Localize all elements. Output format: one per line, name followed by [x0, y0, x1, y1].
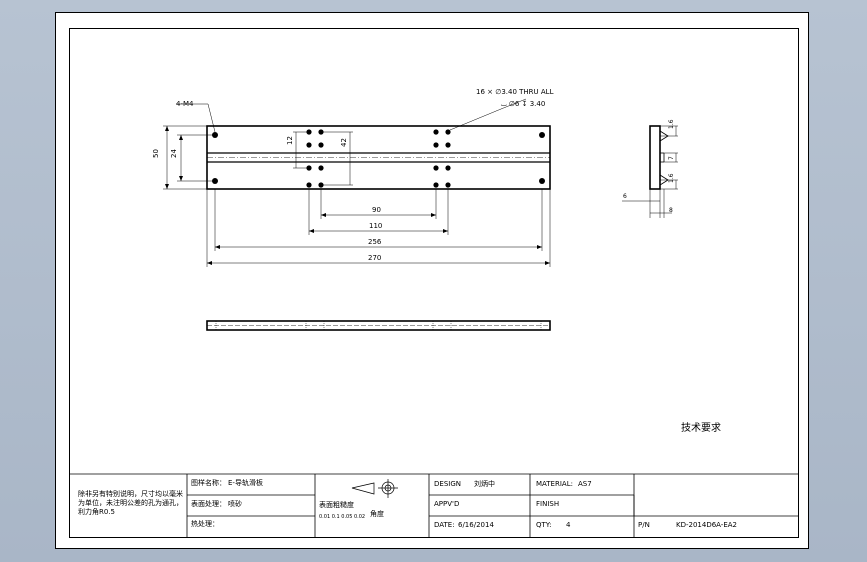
through-hole	[445, 129, 451, 135]
side-dim-mid: 7	[668, 156, 675, 160]
material-value: AS7	[578, 480, 592, 488]
design-label: DESIGN	[434, 480, 461, 488]
side-dim-top: 1.6	[668, 119, 675, 129]
callout-counterbore: ⌴ ∅6 ↧ 3.40	[501, 100, 545, 108]
surface-label: 表面处理：	[191, 500, 226, 508]
drawing-sheet: 50 24 12 42 90 110 256 270 4-M4 16 × ∅3.…	[55, 12, 809, 549]
heat-treatment-label: 热处理：	[191, 520, 219, 528]
through-hole	[433, 182, 439, 188]
roughness-label: 表面粗糙度	[319, 501, 354, 509]
plate-side-view	[649, 125, 661, 190]
callout-through-holes: 16 × ∅3.40 THRU ALL	[476, 88, 554, 96]
pn-value: KD-2014D6A-EA2	[676, 521, 737, 529]
designer-name: 刘炳中	[474, 480, 495, 488]
dim-text-110: 110	[369, 222, 382, 230]
qty-value: 4	[566, 521, 571, 529]
side-dim-right: 8	[669, 207, 673, 214]
through-hole	[445, 182, 451, 188]
through-hole	[433, 165, 439, 171]
dim-text-90: 90	[372, 206, 381, 214]
dim-text-270: 270	[368, 254, 381, 262]
through-hole	[318, 165, 324, 171]
surface-value: 喷砂	[228, 500, 242, 508]
technical-requirements: 技术要求	[681, 423, 721, 434]
date-label: DATE:	[434, 521, 455, 529]
tapped-hole	[539, 178, 545, 184]
side-dim-bottom: 1.6	[668, 173, 675, 183]
approved-label: APPV'D	[434, 500, 460, 508]
holes	[212, 129, 545, 188]
through-hole	[306, 182, 312, 188]
through-hole	[445, 142, 451, 148]
through-hole	[306, 142, 312, 148]
through-hole	[433, 129, 439, 135]
dim-text-12: 12	[286, 136, 294, 145]
part-name-label: 图样名称：	[191, 479, 226, 487]
dim-text-24: 24	[170, 149, 178, 158]
projection-symbol	[351, 479, 398, 498]
dim-text-42: 42	[340, 138, 348, 147]
part-name: E-导轨滑板	[228, 479, 263, 487]
angle-label: 角度	[370, 510, 384, 518]
pn-label: P/N	[638, 521, 650, 529]
through-hole	[433, 142, 439, 148]
qty-label: QTY:	[536, 521, 552, 529]
drawing-canvas: 50 24 12 42 90 110 256 270 4-M4 16 × ∅3.…	[69, 88, 799, 537]
through-hole	[318, 142, 324, 148]
tapped-hole	[539, 132, 545, 138]
callout-tapped-holes: 4-M4	[176, 100, 194, 108]
general-note: 除非另有特别说明，尺寸均以毫米为单位，未注明公差的孔为通孔，利力角R0.5	[78, 490, 183, 516]
dim-text-50: 50	[152, 149, 160, 158]
finish-label: FINISH	[536, 500, 560, 508]
roughness-values: 0.01 0.1 0.05 0.02	[319, 514, 366, 520]
material-label: MATERIAL:	[536, 480, 573, 488]
side-dim-left: 6	[623, 193, 627, 200]
date-value: 6/16/2014	[458, 521, 494, 529]
through-hole	[445, 165, 451, 171]
dim-text-256: 256	[368, 238, 382, 246]
